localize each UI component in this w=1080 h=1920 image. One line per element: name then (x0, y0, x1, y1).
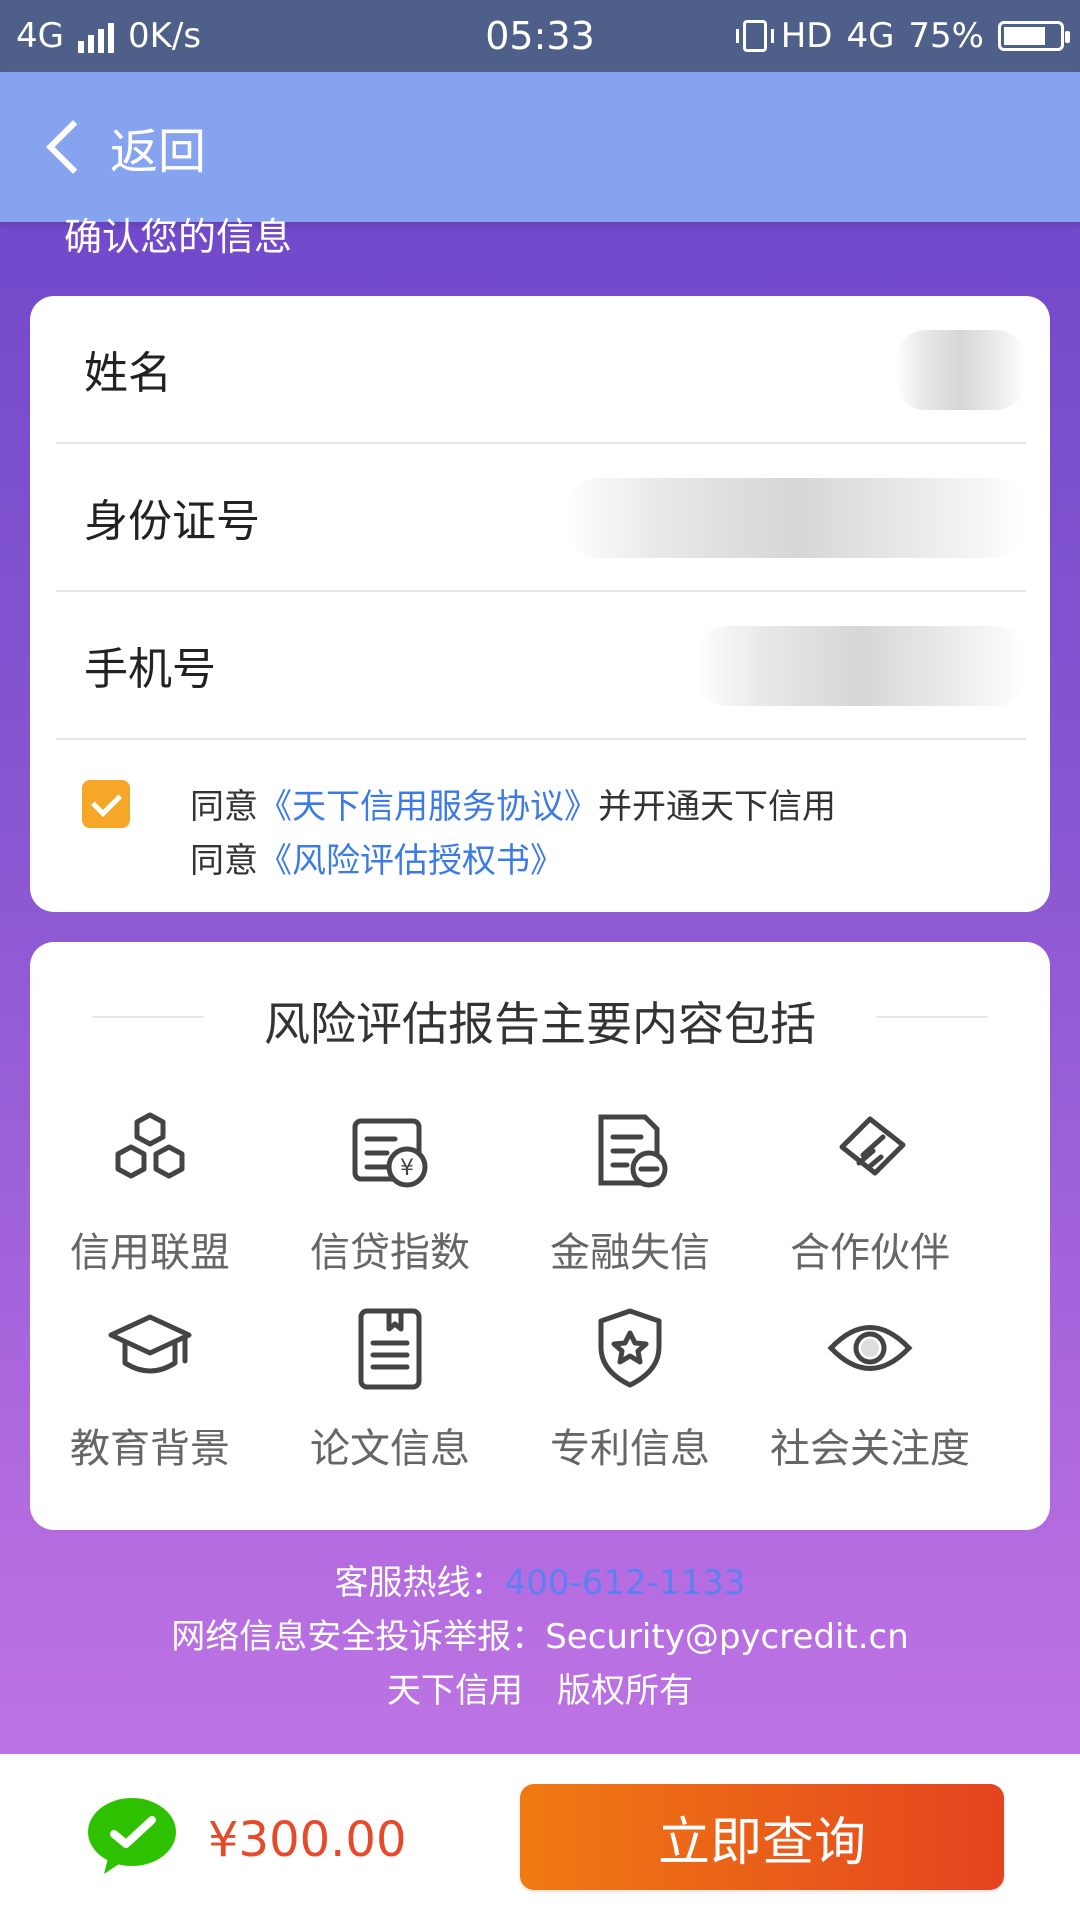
risk-authorization-link[interactable]: 《风险评估授权书》 (258, 841, 564, 881)
network-type-right: 4G (846, 16, 895, 56)
credit-doc-icon: ¥ (340, 1102, 440, 1202)
paper-list-icon (340, 1298, 440, 1398)
name-field[interactable]: 姓名 (56, 296, 1026, 444)
shield-star-icon (580, 1298, 680, 1398)
feature-label: 合作伙伴 (790, 1230, 950, 1276)
battery-fill (1004, 27, 1045, 45)
vibrate-icon (735, 20, 774, 52)
agreement-line-2: 同意《风险评估授权书》 (190, 834, 836, 888)
feature-credit-index[interactable]: ¥ 信贷指数 (270, 1102, 510, 1278)
info-form-card: 姓名 身份证号 手机号 同意《天下信用服务协议》并开通天下信用 同意《风险评估授… (30, 296, 1050, 912)
battery-icon (998, 21, 1070, 51)
feature-label: 信贷指数 (310, 1230, 470, 1276)
phone-field[interactable]: 手机号 (56, 592, 1026, 740)
feature-patents[interactable]: 专利信息 (510, 1298, 750, 1474)
footer: 客服热线：400-612-1133 网络信息安全投诉举报：Security@py… (0, 1556, 1080, 1718)
feature-label: 信用联盟 (70, 1230, 230, 1276)
hotline-line: 客服热线：400-612-1133 (0, 1556, 1080, 1610)
phone-label: 手机号 (84, 644, 216, 695)
name-label: 姓名 (84, 348, 172, 399)
chevron-left-icon (46, 120, 100, 174)
doc-minus-icon (580, 1102, 680, 1202)
battery-percent: 75% (908, 16, 984, 56)
feature-label: 论文信息 (310, 1426, 470, 1472)
feature-social-attention[interactable]: 社会关注度 (750, 1298, 990, 1474)
back-button[interactable]: 返回 (40, 112, 206, 182)
query-now-button[interactable]: 立即查询 (520, 1784, 1004, 1890)
agreement-line-1: 同意《天下信用服务协议》并开通天下信用 (190, 780, 836, 834)
feature-label: 社会关注度 (770, 1426, 970, 1472)
agree-prefix-2: 同意 (190, 841, 258, 881)
price: ¥300.00 (208, 1812, 407, 1868)
security-report-line: 网络信息安全投诉举报：Security@pycredit.cn (171, 1617, 909, 1657)
app-header: 返回 (0, 72, 1080, 222)
hd-label: HD (780, 16, 833, 56)
agree-prefix-1: 同意 (190, 787, 258, 827)
service-agreement-link[interactable]: 《天下信用服务协议》 (258, 787, 598, 827)
svg-text:¥: ¥ (400, 1156, 414, 1181)
feature-financial-discredit[interactable]: 金融失信 (510, 1102, 750, 1278)
back-label: 返回 (110, 124, 207, 180)
id-number-value-masked (566, 478, 1026, 558)
copyright-line: 天下信用 版权所有 (387, 1671, 693, 1711)
hexagons-icon (100, 1102, 200, 1202)
feature-papers[interactable]: 论文信息 (270, 1298, 510, 1474)
id-number-label: 身份证号 (84, 496, 260, 547)
handshake-icon (820, 1102, 920, 1202)
bottom-bar: ¥300.00 立即查询 (0, 1754, 1080, 1920)
feature-label: 专利信息 (550, 1426, 710, 1472)
agreement-text: 同意《天下信用服务协议》并开通天下信用 同意《风险评估授权书》 (190, 780, 836, 888)
feature-credit-alliance[interactable]: 信用联盟 (30, 1102, 270, 1278)
hotline-number[interactable]: 400-612-1133 (505, 1563, 746, 1603)
feature-label: 金融失信 (550, 1230, 710, 1276)
feature-partners[interactable]: 合作伙伴 (750, 1102, 990, 1278)
feature-label: 教育背景 (70, 1426, 230, 1472)
report-title: 风险评估报告主要内容包括 (264, 997, 816, 1051)
report-contents-card: 风险评估报告主要内容包括 信用联盟 ¥ 信贷指数 金融失信 合作伙伴 教育背景 … (30, 942, 1050, 1530)
feature-education[interactable]: 教育背景 (30, 1298, 270, 1474)
id-number-field[interactable]: 身份证号 (56, 444, 1026, 592)
eye-icon (820, 1298, 920, 1398)
hotline-label: 客服热线： (334, 1563, 505, 1603)
name-value-masked (896, 330, 1026, 410)
graduation-cap-icon (100, 1298, 200, 1398)
check-icon (90, 785, 122, 817)
wechat-pay-icon (86, 1796, 178, 1876)
status-bar: 4G 0K/s 05:33 HD 4G 75% (0, 0, 1080, 72)
agree-suffix-1: 并开通天下信用 (598, 787, 836, 827)
section-title: 确认您的信息 (64, 215, 293, 259)
status-right: HD 4G 75% (735, 16, 1070, 56)
agree-checkbox[interactable] (82, 780, 130, 828)
phone-value-masked (696, 626, 1026, 706)
